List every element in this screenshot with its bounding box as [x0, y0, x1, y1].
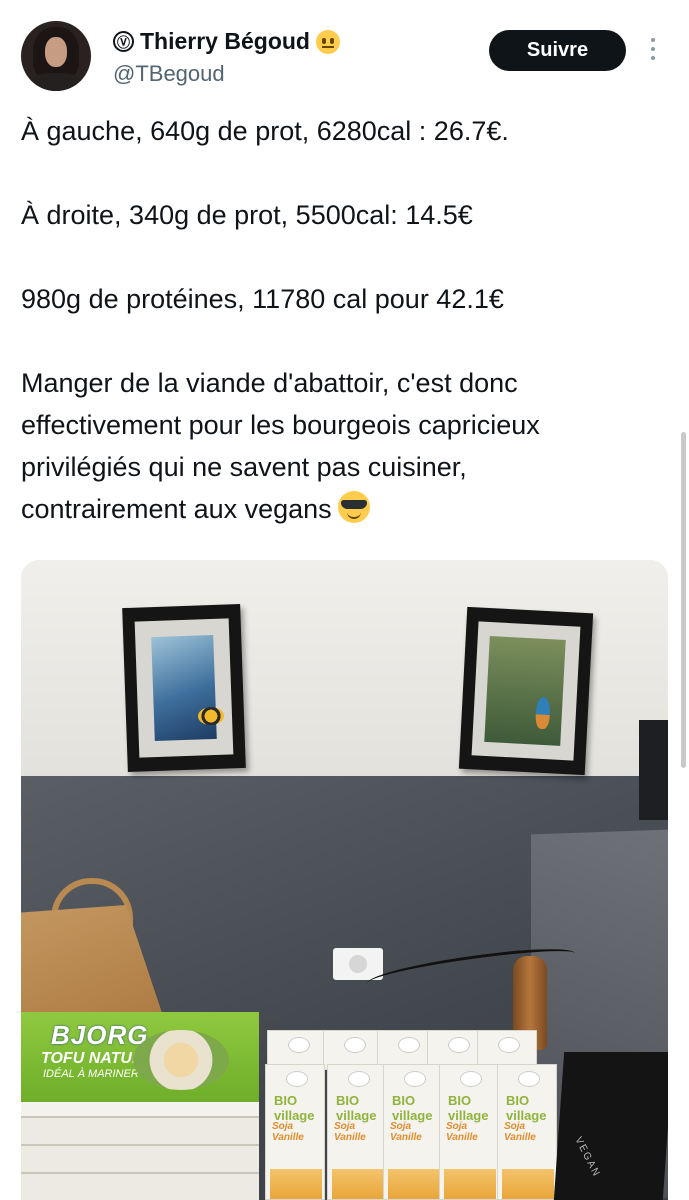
- neutral-face-emoji-icon: [315, 29, 340, 54]
- tweet-line: effectivement pour les bourgeois caprici…: [21, 410, 540, 440]
- carton-brand: BIO village: [506, 1093, 547, 1123]
- soy-carton: BIO village Soja Vanille: [265, 1064, 325, 1200]
- soy-carton: BIO village Soja Vanille: [383, 1064, 443, 1200]
- soy-carton: BIO village Soja Vanille: [327, 1064, 387, 1200]
- bag-text: VEGAN: [572, 1135, 603, 1180]
- tofu-plate-image: [133, 1030, 229, 1090]
- tweet-line-last: contrairement aux vegans: [21, 488, 676, 530]
- tweet-line: privilégiés qui ne savent pas cuisiner,: [21, 452, 467, 482]
- author-name[interactable]: Thierry Bégoud: [140, 28, 310, 55]
- dark-object: [639, 720, 668, 820]
- tweet-photo[interactable]: BJORG TOFU NATURE IDÉAL À MARINER BIO vi…: [21, 560, 668, 1200]
- picture-frame-bird: [458, 606, 594, 776]
- avatar-body: [29, 73, 83, 91]
- tweet-line: Manger de la viande d'abattoir, c'est do…: [21, 368, 518, 398]
- tweet-line: À droite, 340g de prot, 5500cal: 14.5€: [21, 200, 473, 230]
- carton-brand: BIO village: [336, 1093, 377, 1123]
- black-bag: VEGAN: [553, 1052, 668, 1200]
- power-outlet: [333, 948, 383, 980]
- bjorg-box-row: [21, 1172, 259, 1200]
- scrollbar[interactable]: [681, 432, 686, 768]
- carton-flavor: Soja Vanille: [334, 1121, 366, 1143]
- tweet-line: 980g de protéines, 11780 cal pour 42.1€: [21, 284, 504, 314]
- tweet-text: À gauche, 640g de prot, 6280cal : 26.7€.…: [21, 110, 676, 530]
- avatar-face: [45, 37, 67, 67]
- follow-button[interactable]: Suivre: [489, 30, 626, 71]
- bjorg-logo: BJORG: [51, 1020, 149, 1050]
- carton-brand: BIO village: [392, 1093, 433, 1123]
- more-vertical-icon[interactable]: [645, 38, 661, 64]
- sunglasses-emoji-icon: [337, 491, 370, 523]
- picture-frame-bee: [122, 603, 246, 773]
- soy-carton: BIO village Soja Vanille: [439, 1064, 499, 1200]
- author-name-row[interactable]: Ⓥ Thierry Bégoud: [113, 28, 340, 55]
- carton-flavor: Soja Vanille: [446, 1121, 478, 1143]
- carton-flavor: Soja Vanille: [504, 1121, 536, 1143]
- vegan-symbol-icon: Ⓥ: [113, 31, 134, 52]
- tweet-line: À gauche, 640g de prot, 6280cal : 26.7€.: [21, 116, 509, 146]
- tweet-header: Ⓥ Thierry Bégoud @TBegoud Suivre: [0, 0, 689, 100]
- author-handle[interactable]: @TBegoud: [113, 61, 225, 87]
- soy-carton: BIO village Soja Vanille: [497, 1064, 557, 1200]
- carton-flavor: Soja Vanille: [390, 1121, 422, 1143]
- bjorg-box-row: [21, 1116, 259, 1144]
- avatar[interactable]: [21, 21, 91, 91]
- tweet-line-text: contrairement aux vegans: [21, 494, 332, 524]
- bjorg-box-row: [21, 1144, 259, 1172]
- bjorg-subtitle: IDÉAL À MARINER: [43, 1068, 139, 1080]
- carton-flavor: Soja Vanille: [272, 1121, 304, 1143]
- carton-brand: BIO village: [448, 1093, 489, 1123]
- carton-brand: BIO village: [274, 1093, 315, 1123]
